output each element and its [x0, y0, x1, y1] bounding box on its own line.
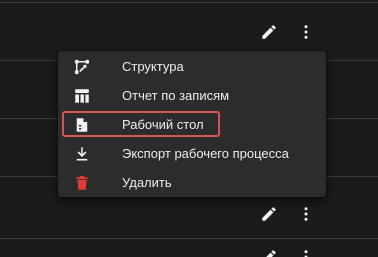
menu-item-export-workflow[interactable]: Экспорт рабочего процесса	[58, 139, 326, 168]
row-actions	[258, 203, 317, 225]
menu-item-desktop[interactable]: Рабочий стол	[58, 110, 326, 139]
pencil-icon	[262, 207, 276, 221]
menu-item-label: Отчет по записям	[122, 88, 230, 103]
table-icon	[72, 86, 92, 106]
more-options-button[interactable]	[295, 203, 317, 225]
edit-button[interactable]	[258, 21, 280, 43]
menu-item-label: Структура	[122, 59, 184, 74]
pencil-icon	[262, 25, 276, 39]
more-vertical-icon	[304, 25, 308, 39]
more-vertical-icon	[304, 250, 308, 257]
edit-button[interactable]	[258, 246, 280, 257]
menu-item-label: Экспорт рабочего процесса	[122, 146, 289, 161]
edit-button[interactable]	[258, 203, 280, 225]
row-actions	[258, 21, 317, 43]
document-icon	[72, 115, 92, 135]
more-vertical-icon	[304, 207, 308, 221]
structure-icon	[72, 57, 92, 77]
context-menu: Структура Отчет по записям Рабочий стол …	[58, 51, 326, 197]
row-divider	[0, 2, 378, 3]
menu-item-records-report[interactable]: Отчет по записям	[58, 81, 326, 110]
row-actions	[258, 246, 317, 257]
menu-item-structure[interactable]: Структура	[58, 52, 326, 81]
trash-icon	[72, 173, 92, 193]
menu-item-label: Рабочий стол	[122, 117, 204, 132]
row-divider	[0, 238, 378, 239]
workflow-list: Структура Отчет по записям Рабочий стол …	[0, 0, 378, 257]
menu-item-delete[interactable]: Удалить	[58, 168, 326, 197]
menu-item-label: Удалить	[122, 175, 172, 190]
more-options-button[interactable]	[295, 21, 317, 43]
pencil-icon	[266, 250, 276, 257]
more-options-button[interactable]	[295, 246, 317, 257]
download-icon	[72, 144, 92, 164]
